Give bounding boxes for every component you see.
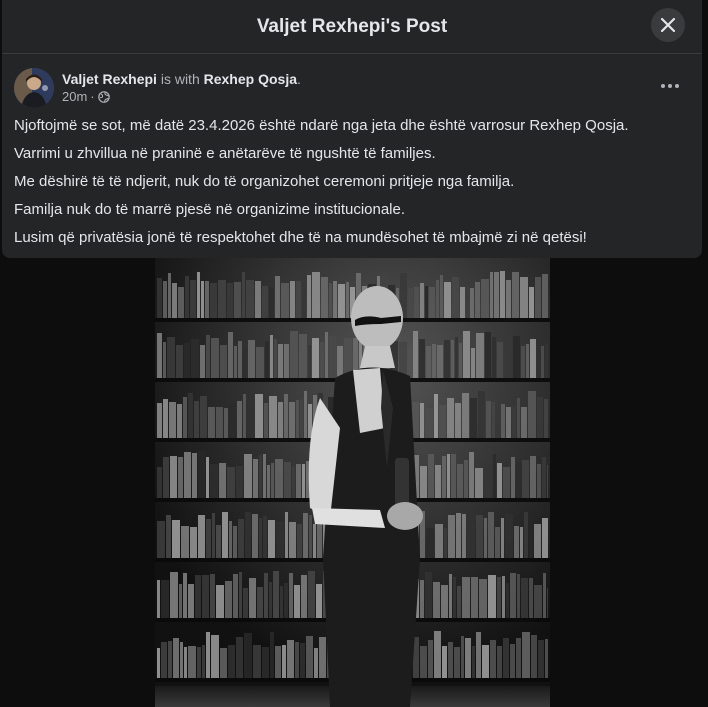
author-meta: Valjet Rexhepi is with Rexhep Qosja. 20m…	[62, 70, 301, 106]
author-line: Valjet Rexhepi is with Rexhep Qosja.	[62, 70, 301, 88]
post-paragraph: Familja nuk do të marrë pjesë në organiz…	[14, 201, 406, 218]
post-paragraph: Varrimi u zhvillua në praninë e anëtarëv…	[14, 145, 436, 162]
post-paragraph: Me dëshirë të të ndjerit, nuk do të orga…	[14, 173, 515, 190]
separator-dot: ·	[90, 89, 95, 104]
photo-image	[155, 258, 550, 707]
more-options-button[interactable]	[656, 74, 684, 98]
post-modal: Valjet Rexhepi's Post Valjet Rexhepi is …	[2, 0, 702, 258]
modal-title: Valjet Rexhepi's Post	[256, 15, 448, 37]
modal-header: Valjet Rexhepi's Post	[2, 0, 702, 54]
post-time[interactable]: 20m	[62, 88, 87, 106]
avatar[interactable]	[14, 68, 54, 108]
close-icon	[661, 18, 675, 32]
post-meta: 20m ·	[62, 88, 301, 106]
author-name[interactable]: Valjet Rexhepi	[62, 71, 157, 87]
post-paragraph: Lusim që privatësia jonë të respektohet …	[14, 229, 587, 246]
close-button[interactable]	[651, 8, 685, 42]
with-text: is with	[160, 71, 200, 87]
period: .	[297, 71, 301, 87]
post-paragraph: Njoftojmë se sot, më datë 23.4.2026 ësht…	[14, 117, 629, 134]
post-text: Njoftojmë se sot, më datë 23.4.2026 ësht…	[14, 116, 694, 256]
more-dot	[675, 84, 679, 88]
more-dot	[668, 84, 672, 88]
post-author-row: Valjet Rexhepi is with Rexhep Qosja. 20m…	[14, 68, 301, 108]
tagged-person[interactable]: Rexhep Qosja	[204, 71, 297, 87]
globe-icon	[97, 91, 110, 103]
more-dot	[661, 84, 665, 88]
post-photo[interactable]	[155, 258, 550, 707]
